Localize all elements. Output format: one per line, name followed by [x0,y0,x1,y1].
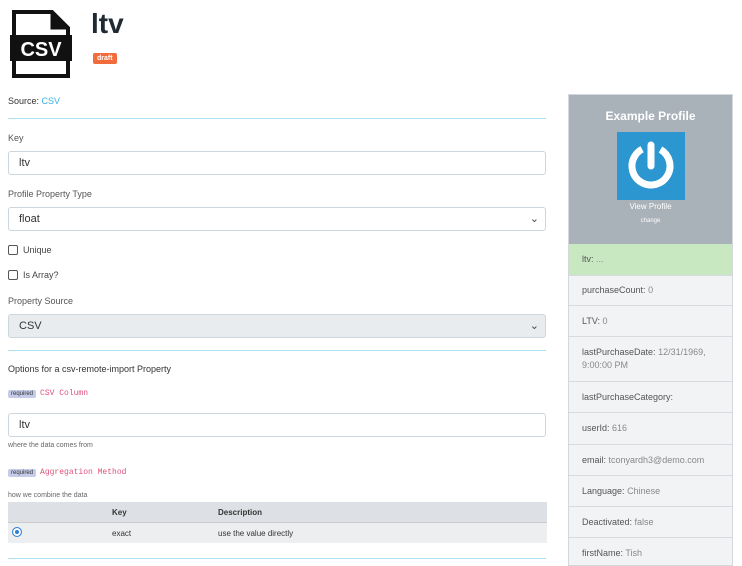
table-header-row: Key Description [8,502,547,523]
aggregation-method-name: Aggregation Method [40,468,127,478]
type-select[interactable]: float ⌄ [8,207,546,231]
source-select-value: CSV [19,320,42,332]
is-array-checkbox[interactable]: Is Array? [8,270,59,280]
profile-property: Deactivated: false [569,507,732,538]
table-header-description: Description [214,502,547,523]
csv-column-label: required CSV Column [8,388,88,398]
checkbox-box[interactable] [8,270,18,280]
csv-file-icon: CSV [10,10,72,78]
property-name: Deactivated: [582,516,633,527]
is-array-label: Is Array? [23,270,59,280]
unique-checkbox[interactable]: Unique [8,245,52,255]
page-title: ltv [91,8,124,39]
source-select-label: Property Source [8,296,74,306]
property-value: ... [596,254,604,264]
property-name: lastPurchaseCategory: [582,391,674,402]
csv-column-name: CSV Column [40,389,89,399]
profile-property: userId: 616 [569,413,732,445]
unique-label: Unique [23,245,52,255]
property-value: 0 [648,285,654,295]
divider [8,558,546,559]
property-value: Tish [625,547,643,558]
type-label: Profile Property Type [8,189,92,199]
source-line: Source: CSV [8,96,60,106]
property-name: firstName: [582,547,624,558]
divider [8,118,546,119]
radio-selected[interactable] [12,527,22,537]
type-select-value: float [19,213,40,225]
property-name: LTV: [582,315,601,326]
logo-text: CSV [20,39,62,61]
aggregation-label: required Aggregation Method [8,467,126,477]
source-select[interactable]: CSV ⌄ [8,314,546,338]
view-profile-link[interactable]: View Profile [569,202,732,211]
property-value: false [634,516,654,527]
options-heading: Options for a csv-remote-import Property [8,364,172,374]
chevron-down-icon: ⌄ [529,320,539,332]
required-badge: required [8,389,37,398]
table-row[interactable]: exact use the value directly [8,522,547,543]
property-name: Language: [582,485,625,496]
panel-title: Example Profile [605,109,696,123]
example-profile-panel: Example Profile View Profile change ltv:… [568,94,733,566]
profile-property: Language: Chinese [569,476,732,507]
table-cell-key: exact [108,522,214,543]
chevron-down-icon: ⌄ [529,213,539,225]
profile-property: ltv: ... [569,244,732,276]
source-link[interactable]: CSV [42,96,61,106]
page-header: CSV ltv draft [0,0,742,88]
table-cell-description: use the value directly [214,522,547,543]
power-icon [628,141,674,189]
status-badge: draft [93,53,117,64]
key-label: Key [8,133,24,143]
csv-column-input[interactable]: ltv [8,413,546,437]
profile-property: firstName: Tish [569,538,732,565]
checkbox-box[interactable] [8,245,18,255]
change-link[interactable]: change [569,218,732,224]
table-header-select [8,502,108,523]
property-value: 0 [602,315,608,326]
aggregation-help: how we combine the data [8,492,88,499]
divider [8,350,546,351]
property-name: lastPurchaseDate: [582,347,656,357]
key-input[interactable]: ltv [8,151,546,175]
profile-property: email: tconyardh3@demo.com [569,445,732,476]
table-cell-radio[interactable] [8,522,108,543]
required-badge: required [8,468,37,477]
profile-property: lastPurchaseDate: 12/31/1969, 9:00:00 PM [569,337,732,382]
property-value: tconyardh3@demo.com [608,454,705,465]
property-name: ltv: [582,254,594,264]
profile-property: purchaseCount: 0 [569,276,732,306]
property-value: Chinese [627,485,661,496]
profile-header: Example Profile View Profile change [569,95,732,244]
property-name: email: [582,454,607,465]
csv-column-help: where the data comes from [8,442,93,449]
property-name: userId: [582,423,610,433]
property-value: 616 [612,423,628,433]
avatar [617,132,685,200]
table-header-key: Key [108,502,214,523]
aggregation-table: Key Description exact use the value dire… [8,502,547,543]
source-label: Source: [8,96,42,106]
profile-property: LTV: 0 [569,306,732,337]
property-name: purchaseCount: [582,285,646,295]
profile-property: lastPurchaseCategory: [569,382,732,413]
